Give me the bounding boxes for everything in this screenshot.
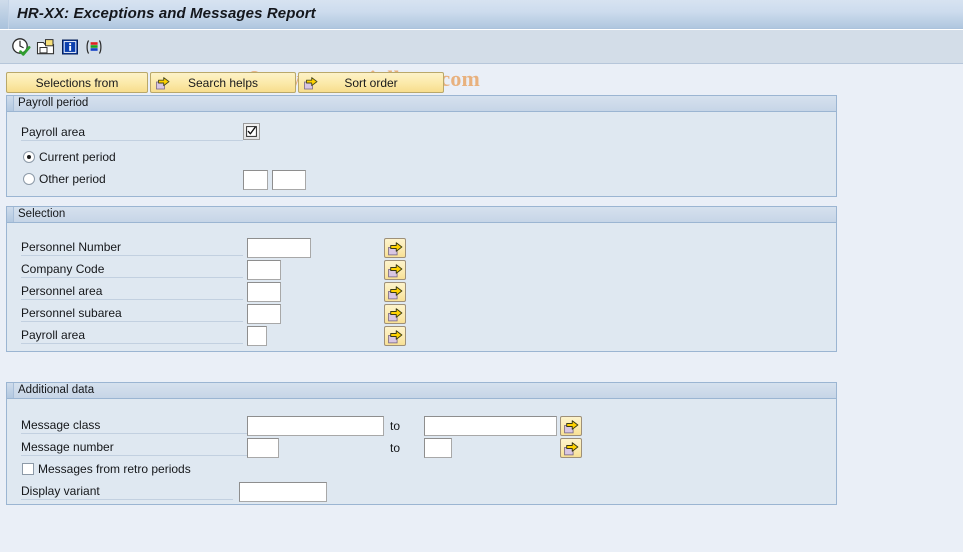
checked-box-icon <box>246 126 257 137</box>
header-accent-bar <box>7 207 14 222</box>
selection-header: Selection <box>7 207 836 223</box>
message-class-to-label: to <box>390 419 401 433</box>
search-helps-label: Search helps <box>187 75 259 90</box>
arrow-right-icon <box>388 330 403 344</box>
personnel-number-input[interactable] <box>247 238 311 258</box>
selection-button-row: Selections from Search helps Sort order <box>0 72 963 94</box>
selection-payroll-area-input[interactable] <box>247 326 267 346</box>
payroll-period-panel: Payroll period Payroll area Current peri… <box>6 95 837 197</box>
personnel-area-input[interactable] <box>247 282 281 302</box>
company-code-label: Company Code <box>21 262 243 278</box>
copy-variant-icon[interactable] <box>36 37 56 57</box>
arrow-right-icon <box>303 75 319 91</box>
message-number-to-label: to <box>390 441 401 455</box>
company-code-input[interactable] <box>247 260 281 280</box>
arrow-right-icon <box>155 75 171 91</box>
window-title-bar: HR-XX: Exceptions and Messages Report <box>0 0 963 30</box>
layout-bars-icon[interactable] <box>84 37 104 57</box>
other-period-field-2[interactable] <box>272 170 306 190</box>
display-variant-input[interactable] <box>239 482 327 502</box>
radio-current-period[interactable]: Current period <box>23 150 116 164</box>
message-class-label: Message class <box>21 418 247 434</box>
company-code-multi-select-button[interactable] <box>384 260 406 280</box>
other-period-field-1[interactable] <box>243 170 268 190</box>
message-class-to-input[interactable] <box>424 416 557 436</box>
radio-mark-other <box>23 173 35 185</box>
arrow-right-icon <box>564 442 579 456</box>
header-accent-bar <box>7 383 14 398</box>
header-accent-bar <box>7 96 14 111</box>
arrow-right-icon <box>388 308 403 322</box>
message-number-from-input[interactable] <box>247 438 279 458</box>
title-accent-bar <box>0 0 9 29</box>
selection-panel: Selection Personnel Number Company Code … <box>6 206 837 352</box>
search-helps-button[interactable]: Search helps <box>150 72 296 93</box>
message-number-to-input[interactable] <box>424 438 452 458</box>
selections-from-button[interactable]: Selections from <box>6 72 148 93</box>
message-number-multi-select-button[interactable] <box>560 438 582 458</box>
message-number-label: Message number <box>21 440 247 456</box>
selections-from-label: Selections from <box>35 75 119 90</box>
additional-data-header: Additional data <box>7 383 836 399</box>
selection-payroll-area-multi-select-button[interactable] <box>384 326 406 346</box>
personnel-area-multi-select-button[interactable] <box>384 282 406 302</box>
personnel-subarea-multi-select-button[interactable] <box>384 304 406 324</box>
radio-current-period-label: Current period <box>39 150 116 164</box>
selection-title: Selection <box>18 208 66 220</box>
personnel-number-label: Personnel Number <box>21 240 243 256</box>
arrow-right-icon <box>388 242 403 256</box>
radio-mark-current <box>23 151 35 163</box>
radio-other-period[interactable]: Other period <box>23 172 106 186</box>
personnel-area-label: Personnel area <box>21 284 243 300</box>
messages-from-retro-periods-checkbox[interactable]: Messages from retro periods <box>22 462 191 476</box>
execute-icon[interactable] <box>11 37 31 57</box>
display-variant-label: Display variant <box>21 484 233 500</box>
selection-payroll-area-label: Payroll area <box>21 328 243 344</box>
application-toolbar: © www.tutorialkart.com <box>0 30 963 91</box>
arrow-right-icon <box>388 286 403 300</box>
additional-data-title: Additional data <box>18 384 95 396</box>
messages-from-retro-periods-label: Messages from retro periods <box>38 462 191 476</box>
checkbox-mark-retro <box>22 463 34 475</box>
arrow-right-icon <box>388 264 403 278</box>
radio-other-period-label: Other period <box>39 172 106 186</box>
personnel-subarea-label: Personnel subarea <box>21 306 243 322</box>
page-title: HR-XX: Exceptions and Messages Report <box>17 5 316 22</box>
message-class-from-input[interactable] <box>247 416 384 436</box>
info-icon[interactable] <box>60 37 80 57</box>
personnel-number-multi-select-button[interactable] <box>384 238 406 258</box>
sort-order-button[interactable]: Sort order <box>298 72 444 93</box>
payroll-area-label: Payroll area <box>21 125 243 141</box>
message-class-multi-select-button[interactable] <box>560 416 582 436</box>
arrow-right-icon <box>564 420 579 434</box>
additional-data-panel: Additional data Message class to Message… <box>6 382 837 505</box>
payroll-area-checkbox-button[interactable] <box>243 123 260 140</box>
personnel-subarea-input[interactable] <box>247 304 281 324</box>
payroll-period-title: Payroll period <box>18 97 89 109</box>
payroll-period-header: Payroll period <box>7 96 836 112</box>
sort-order-label: Sort order <box>344 75 398 90</box>
